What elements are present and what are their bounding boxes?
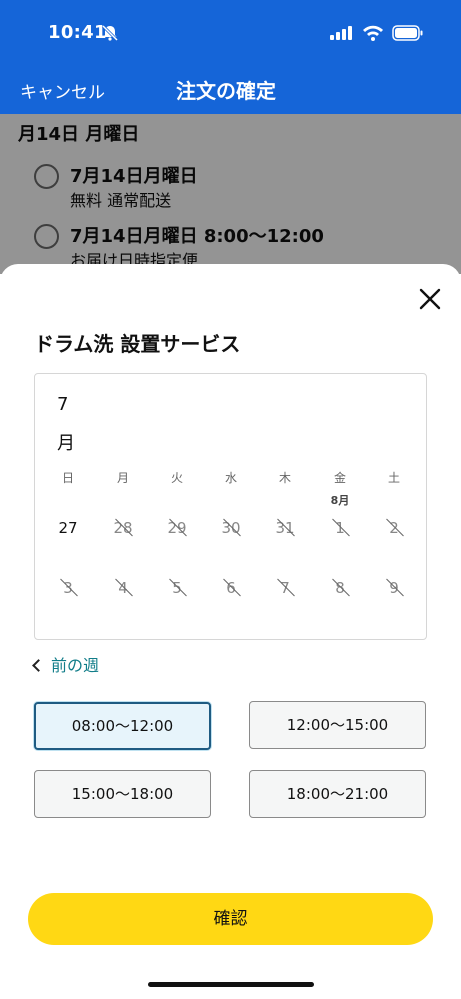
calendar-day-disabled: 4 [103, 576, 143, 600]
cancel-button[interactable]: キャンセル [20, 78, 105, 103]
calendar-day-disabled: 6 [211, 576, 251, 600]
next-month-label: 8月 [330, 494, 350, 507]
time-slot-1200-1500[interactable]: 12:00〜15:00 [249, 701, 426, 749]
time-slot-0800-1200[interactable]: 08:00〜12:00 [34, 702, 211, 750]
calendar-day-disabled: 31 [265, 516, 305, 540]
weekday-label: 月 [116, 471, 129, 485]
calendar-day-disabled: 30 [211, 516, 251, 540]
calendar: 7 月 日 月 火 水 木 金 土 8月 27 28 29 30 31 1 2 … [34, 373, 427, 640]
status-bar: 10:41 [0, 0, 461, 64]
wifi-icon [363, 25, 383, 41]
installation-sheet: ドラム洗 設置サービス 7 月 日 月 火 水 木 金 土 8月 27 28 2… [0, 264, 461, 999]
weekday-label: 金 [333, 471, 346, 485]
calendar-day-disabled: 3 [48, 576, 88, 600]
sheet-title: ドラム洗 設置サービス [34, 332, 241, 356]
previous-week-label: 前の週 [51, 656, 100, 675]
chevron-left-icon [32, 659, 45, 672]
weekday-label: 木 [278, 471, 291, 485]
calendar-month-number: 7 [57, 394, 69, 415]
weekday-label: 水 [224, 471, 237, 485]
weekday-label: 日 [61, 471, 74, 485]
calendar-day-disabled: 2 [374, 516, 414, 540]
battery-icon [392, 25, 423, 41]
dim-overlay[interactable] [0, 114, 461, 274]
previous-week-link[interactable]: 前の週 [32, 652, 100, 676]
calendar-day-disabled: 28 [103, 516, 143, 540]
time-slot-1800-2100[interactable]: 18:00〜21:00 [249, 770, 426, 818]
bell-slash-icon [101, 25, 119, 41]
signal-icon [330, 26, 352, 40]
calendar-day-disabled: 8 [320, 576, 360, 600]
nav-bar: キャンセル 注文の確定 [0, 64, 461, 114]
calendar-day-disabled: 7 [265, 576, 305, 600]
calendar-day[interactable]: 27 [48, 516, 88, 540]
weekday-label: 火 [170, 471, 183, 485]
close-icon[interactable] [417, 286, 443, 312]
confirm-button[interactable]: 確認 [28, 893, 433, 945]
status-time: 10:41 [48, 22, 107, 43]
calendar-month-suffix: 月 [57, 433, 75, 454]
time-slot-1500-1800[interactable]: 15:00〜18:00 [34, 770, 211, 818]
home-indicator [148, 982, 314, 987]
calendar-day-disabled: 29 [157, 516, 197, 540]
calendar-day-disabled: 1 [320, 516, 360, 540]
weekday-label: 土 [387, 471, 400, 485]
page-title: 注文の確定 [176, 79, 276, 103]
calendar-day-disabled: 9 [374, 576, 414, 600]
calendar-day-disabled: 5 [157, 576, 197, 600]
